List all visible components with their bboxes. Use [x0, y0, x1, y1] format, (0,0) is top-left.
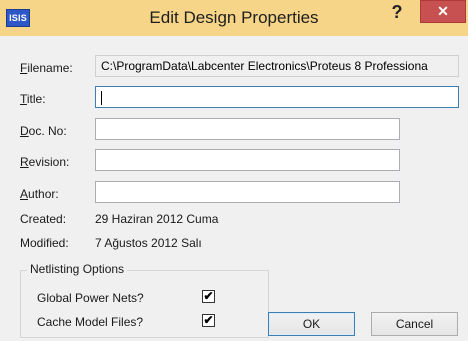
global-power-nets-label: Global Power Nets? [37, 291, 144, 305]
modified-value: 7 Ağustos 2012 Salı [95, 236, 202, 250]
created-value: 29 Haziran 2012 Cuma [95, 212, 219, 226]
global-power-nets-checkbox[interactable]: ✔ [202, 290, 215, 303]
close-button[interactable]: ✕ [420, 0, 466, 23]
help-button[interactable]: ? [383, 1, 411, 23]
author-field[interactable] [95, 181, 400, 203]
doc-no-label: Doc. No: [20, 124, 67, 138]
cache-model-files-label: Cache Model Files? [37, 315, 144, 329]
ok-button[interactable]: OK [268, 312, 355, 336]
filename-field: C:\ProgramData\Labcenter Electronics\Pro… [95, 55, 459, 77]
cache-model-files-checkbox[interactable]: ✔ [202, 314, 215, 327]
revision-label: Revision: [20, 155, 70, 169]
filename-label: Filename: [20, 61, 73, 75]
modified-label: Modified: [20, 236, 69, 250]
doc-no-field[interactable] [95, 118, 400, 140]
created-label: Created: [20, 212, 67, 226]
author-label: Author: [20, 187, 59, 201]
revision-field[interactable] [95, 149, 400, 171]
title-field[interactable] [95, 86, 459, 108]
cancel-button[interactable]: Cancel [371, 312, 458, 336]
text-caret [101, 90, 102, 105]
netlisting-options-title: Netlisting Options [27, 262, 128, 276]
title-bar: ISIS Edit Design Properties ? ✕ [0, 0, 468, 36]
title-label: Title: [20, 92, 46, 106]
